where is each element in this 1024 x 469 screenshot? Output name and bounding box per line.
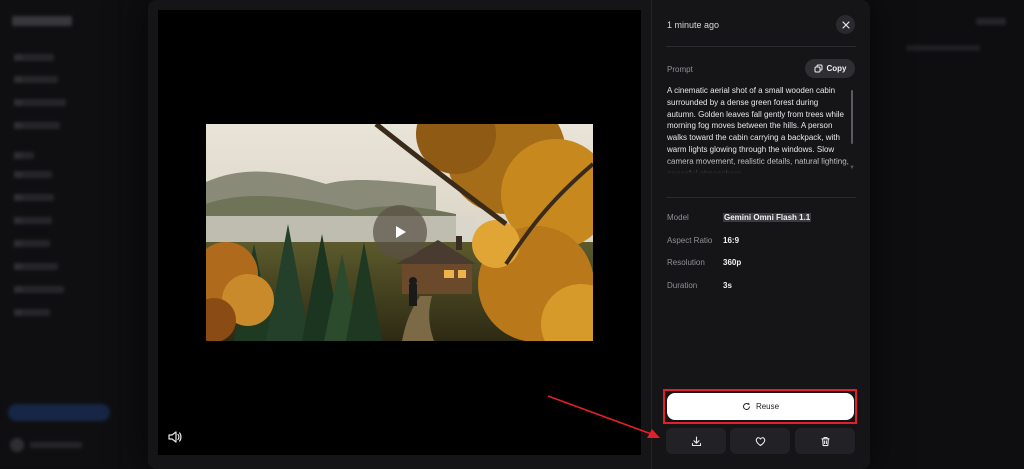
- play-button[interactable]: [373, 205, 427, 259]
- background-nav-item: [14, 194, 54, 201]
- volume-icon: [168, 431, 182, 443]
- background-header-item: [976, 18, 1006, 25]
- trash-icon: [821, 436, 829, 446]
- background-nav-item: [14, 309, 50, 316]
- background-sidebar: [0, 0, 118, 469]
- copy-prompt-button[interactable]: Copy: [805, 59, 855, 78]
- background-upgrade-pill: [8, 404, 110, 421]
- reuse-label: Reuse: [755, 402, 780, 411]
- background-nav-item: [14, 240, 50, 247]
- scroll-down-icon[interactable]: ▼: [849, 165, 855, 171]
- video-player: [158, 10, 641, 455]
- background-nav-item: [14, 263, 58, 270]
- volume-button[interactable]: [168, 430, 184, 446]
- background-nav-item: [14, 217, 52, 224]
- delete-button[interactable]: [795, 428, 855, 454]
- details-panel: 1 minute ago Prompt Copy A cinematic aer…: [651, 0, 870, 469]
- detail-value: 3s: [723, 281, 732, 290]
- background-logo: [12, 16, 72, 26]
- copy-label: Copy: [826, 64, 847, 73]
- prompt-scrollbar[interactable]: [851, 90, 853, 144]
- close-button[interactable]: [836, 15, 855, 34]
- divider: [666, 46, 856, 47]
- background-right-area: [870, 0, 1024, 469]
- refresh-icon: [742, 402, 750, 410]
- detail-label: Resolution: [667, 258, 705, 267]
- heart-icon: [755, 436, 765, 446]
- detail-label: Aspect Ratio: [667, 236, 713, 245]
- favorite-button[interactable]: [730, 428, 790, 454]
- background-header-item: [906, 45, 980, 51]
- prompt-label: Prompt: [667, 65, 693, 74]
- detail-value: 16:9: [723, 236, 740, 245]
- video-frame[interactable]: [206, 124, 593, 341]
- background-avatar: [10, 438, 24, 452]
- prompt-fade: [667, 158, 851, 174]
- copy-icon: [814, 64, 822, 73]
- reuse-button[interactable]: Reuse: [667, 393, 854, 420]
- background-nav-item: [14, 54, 54, 61]
- background-nav-item: [14, 122, 60, 129]
- play-icon: [396, 226, 406, 238]
- background-nav-item: [14, 99, 66, 106]
- background-username: [30, 442, 82, 448]
- download-icon: [691, 435, 701, 446]
- detail-label: Model: [667, 213, 689, 222]
- detail-value: Gemini Omni Flash 1.1: [723, 213, 812, 222]
- detail-value: 360p: [723, 258, 742, 267]
- background-nav-item: [14, 152, 34, 159]
- download-button[interactable]: [666, 428, 726, 454]
- divider: [666, 197, 856, 198]
- generation-timestamp: 1 minute ago: [667, 20, 720, 30]
- close-icon: [841, 20, 850, 29]
- app-root: 1 minute ago Prompt Copy A cinematic aer…: [0, 0, 1024, 469]
- background-nav-item: [14, 286, 64, 293]
- background-nav-item: [14, 171, 52, 178]
- detail-label: Duration: [667, 281, 698, 290]
- video-detail-modal: 1 minute ago Prompt Copy A cinematic aer…: [148, 0, 870, 469]
- background-nav-item: [14, 76, 58, 83]
